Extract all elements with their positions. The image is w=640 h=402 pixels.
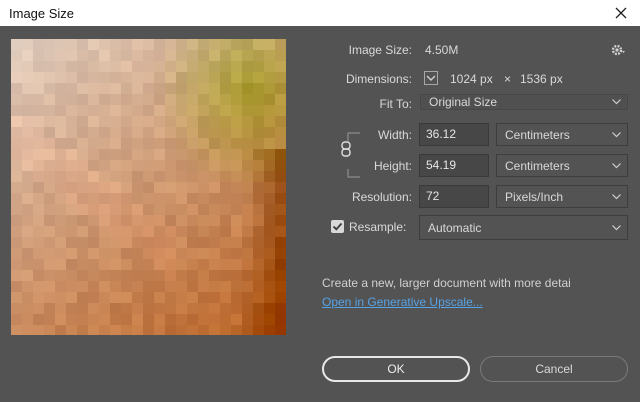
dimensions-height: 1536 px [520,72,563,86]
height-input[interactable]: 54.19 [419,154,489,177]
height-unit-select[interactable]: Centimeters [496,154,628,177]
resample-label: Resample: [349,220,407,234]
dimensions-label: Dimensions: [345,72,412,86]
dimensions-times: × [504,72,512,86]
generative-upscale-link[interactable]: Open in Generative Upscale... [322,295,483,309]
chain-link-icon[interactable] [339,141,353,157]
chevron-down-icon [612,124,621,145]
resample-select[interactable]: Automatic [419,215,628,240]
fit-to-value: Original Size [429,95,498,109]
width-unit-select[interactable]: Centimeters [496,123,628,146]
height-label: Height: [373,159,412,173]
resolution-label: Resolution: [351,190,412,204]
upscale-hint: Create a new, larger document with more … [322,276,571,290]
ok-button[interactable]: OK [322,356,470,382]
resolution-unit-select[interactable]: Pixels/Inch [496,185,628,208]
width-label: Width: [377,128,412,142]
cancel-button[interactable]: Cancel [480,356,628,382]
resample-value: Automatic [428,221,482,235]
titlebar: Image Size [0,0,640,26]
chevron-down-icon [612,216,621,239]
resample-checkbox[interactable] [331,220,344,233]
chevron-down-icon [612,155,621,176]
chevron-down-icon [612,95,621,109]
close-icon[interactable] [612,4,630,22]
fit-to-label: Fit To: [379,97,412,111]
image-preview[interactable] [11,39,286,335]
resolution-input[interactable]: 72 [419,185,489,208]
dimensions-toggle[interactable] [424,71,438,85]
chevron-down-icon [612,186,621,207]
window-title: Image Size [9,6,75,21]
image-size-value: 4.50M [425,43,459,57]
fit-to-select[interactable]: Original Size [420,94,628,110]
gear-icon[interactable] [610,42,626,58]
width-input[interactable]: 36.12 [419,123,489,146]
image-size-label: Image Size: [348,43,412,57]
dimensions-width: 1024 px [450,72,493,86]
resolution-unit-value: Pixels/Inch [505,190,564,204]
width-unit-value: Centimeters [505,128,570,142]
height-unit-value: Centimeters [505,159,570,173]
